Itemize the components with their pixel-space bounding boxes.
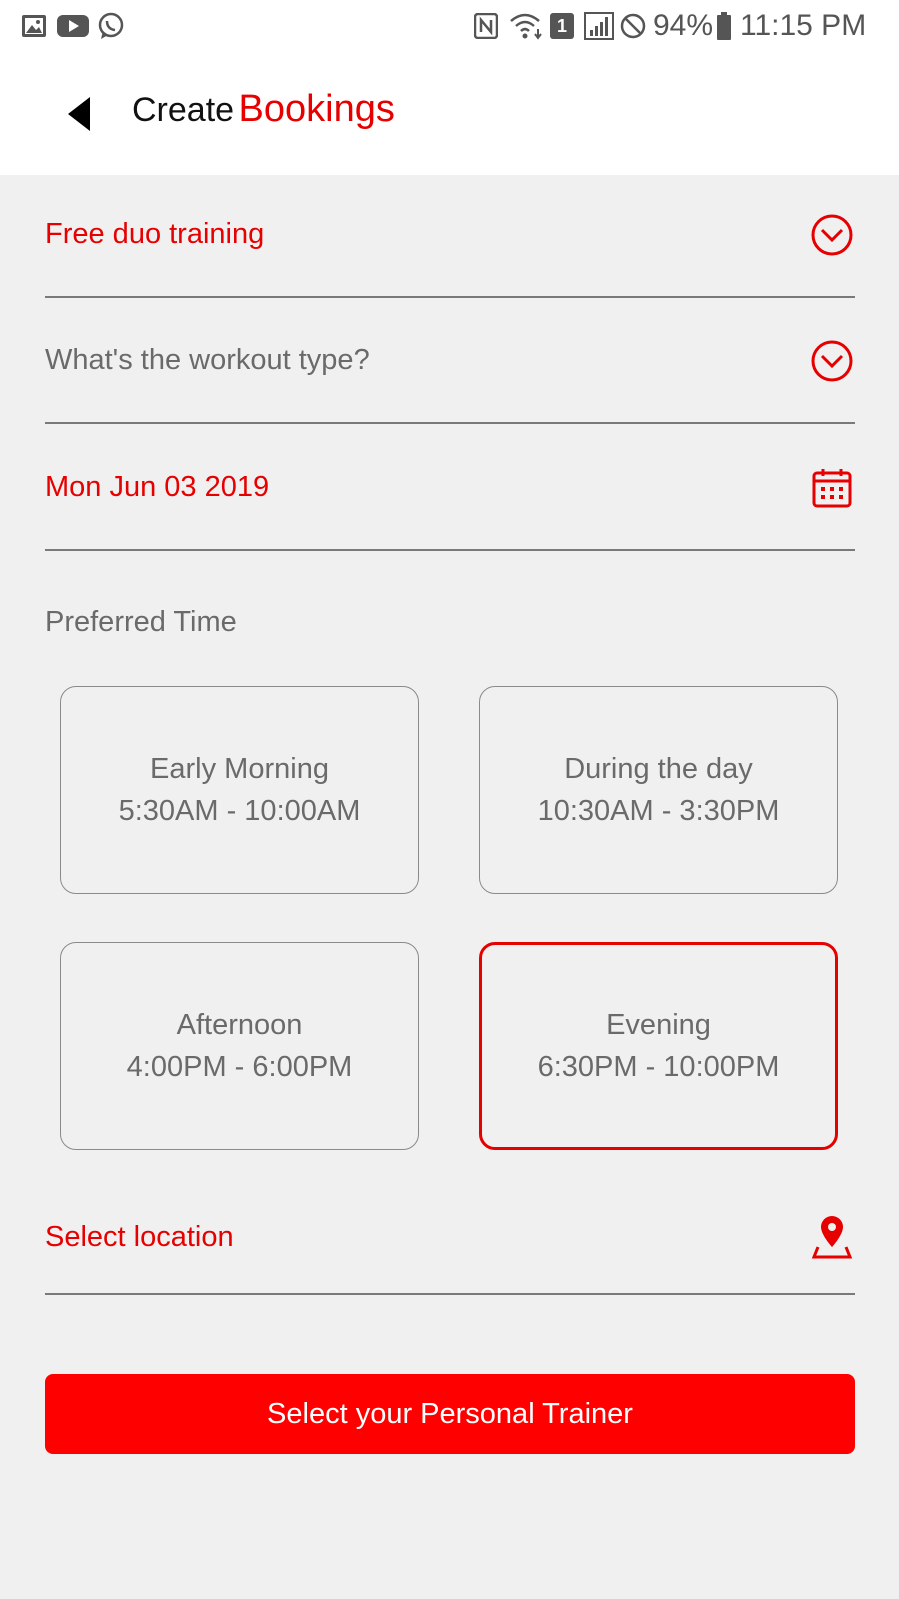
nfc-icon (473, 12, 499, 40)
time-option-range: 6:30PM - 10:00PM (537, 1051, 780, 1083)
time-option-evening[interactable]: Evening 6:30PM - 10:00PM (479, 942, 838, 1150)
time-option-afternoon[interactable]: Afternoon 4:00PM - 6:00PM (60, 942, 419, 1150)
image-icon (20, 12, 48, 40)
do-not-disturb-icon (619, 12, 647, 40)
back-button[interactable] (56, 90, 100, 138)
select-trainer-button[interactable]: Select your Personal Trainer (45, 1374, 855, 1454)
page-title-accent: Bookings (238, 88, 395, 130)
location-pin-icon[interactable] (809, 1213, 855, 1259)
preferred-time-label: Preferred Time (45, 606, 237, 638)
select-trainer-label: Select your Personal Trainer (267, 1397, 633, 1430)
battery-icon (715, 12, 733, 40)
clock: 11:15 PM (740, 9, 867, 42)
chevron-down-circle-icon[interactable] (809, 212, 855, 258)
time-option-during-the-day[interactable]: During the day 10:30AM - 3:30PM (479, 686, 838, 894)
youtube-icon (56, 12, 90, 40)
whatsapp-icon (96, 12, 126, 40)
wifi-icon (508, 12, 546, 40)
workout-type-placeholder: What's the workout type? (45, 344, 370, 376)
location-select[interactable]: Select location (45, 1165, 855, 1295)
package-value: Free duo training (45, 218, 265, 250)
date-value: Mon Jun 03 2019 (45, 471, 270, 503)
battery-percent: 94% (653, 9, 714, 42)
page-title-main: Create (132, 91, 235, 129)
page-title: Create Bookings (132, 84, 395, 142)
time-option-name: Early Morning (150, 753, 329, 785)
workout-type-select[interactable]: What's the workout type? (45, 296, 855, 424)
calendar-icon[interactable] (809, 465, 855, 511)
time-option-range: 4:00PM - 6:00PM (126, 1051, 353, 1083)
package-select[interactable]: Free duo training (45, 170, 855, 298)
date-picker[interactable]: Mon Jun 03 2019 (45, 423, 855, 551)
signal-icon (583, 12, 615, 40)
sim1-icon: 1 (549, 12, 575, 40)
status-bar: 1 94% 11:15 PM (0, 0, 899, 52)
time-option-name: Evening (606, 1009, 711, 1041)
app-header: Create Bookings (0, 52, 899, 175)
time-option-name: Afternoon (176, 1009, 303, 1041)
chevron-down-circle-icon[interactable] (809, 338, 855, 384)
time-option-range: 5:30AM - 10:00AM (118, 795, 361, 827)
location-value: Select location (45, 1221, 234, 1253)
back-arrow-icon (68, 97, 90, 131)
time-option-range: 10:30AM - 3:30PM (537, 795, 780, 827)
time-option-early-morning[interactable]: Early Morning 5:30AM - 10:00AM (60, 686, 419, 894)
time-option-name: During the day (564, 753, 753, 785)
